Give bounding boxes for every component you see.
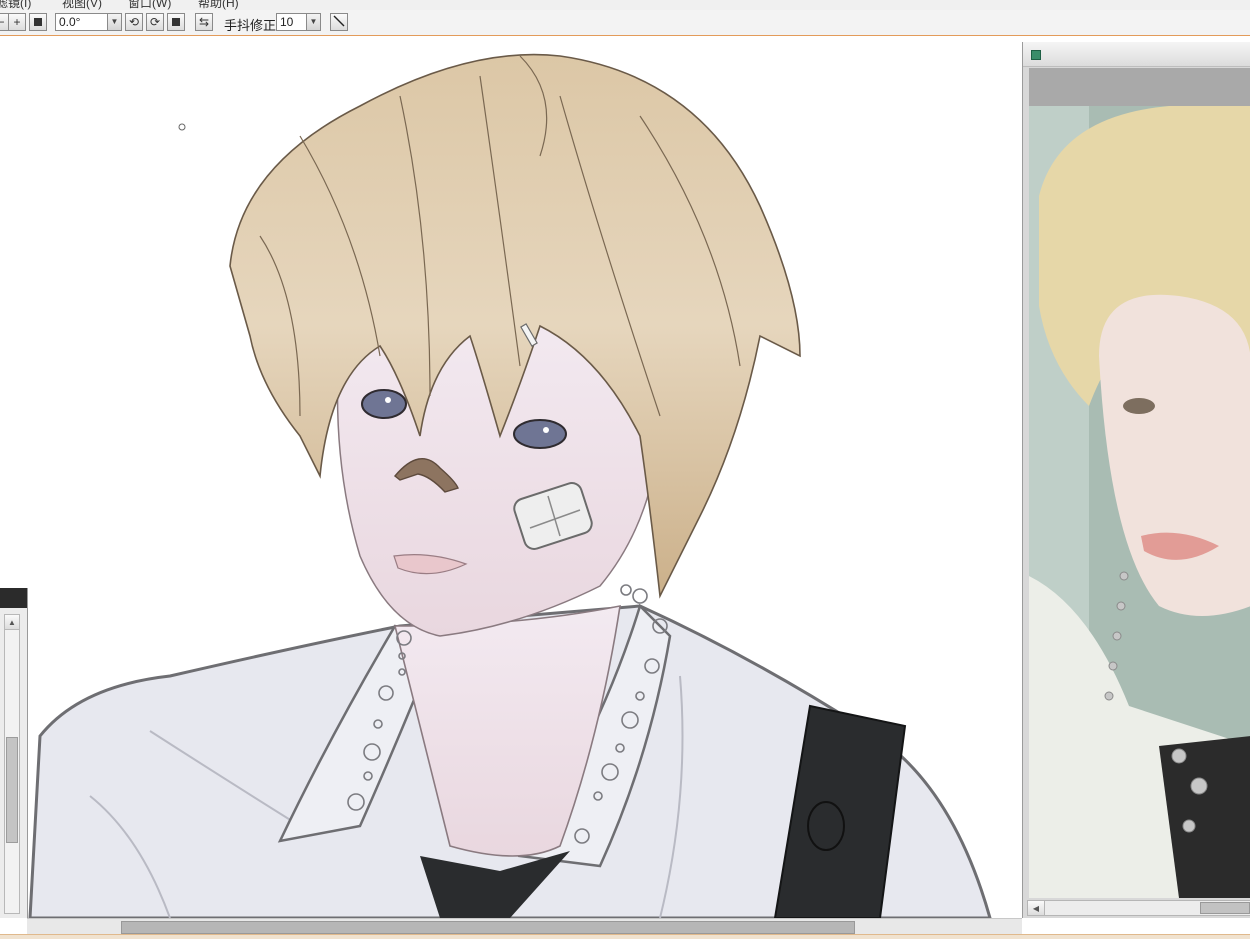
left-eye <box>361 389 407 419</box>
rotation-reset-button[interactable] <box>167 13 185 31</box>
reference-scroll-thumb[interactable] <box>1200 902 1250 914</box>
plus-icon: + <box>13 15 21 29</box>
scroll-thumb[interactable] <box>6 737 18 843</box>
chevron-down-icon: ▼ <box>107 14 121 30</box>
vertical-scrollbar[interactable]: ▲ <box>4 614 20 914</box>
illustration <box>28 53 992 918</box>
stabilizer-value: 10 <box>280 15 294 29</box>
line-tool-icon <box>333 15 345 29</box>
square-icon <box>34 18 42 26</box>
reference-photo <box>1029 106 1250 898</box>
scroll-up-icon[interactable]: ▲ <box>5 615 19 630</box>
right-eye <box>513 419 567 449</box>
reference-horizontal-scrollbar[interactable]: ◀ <box>1027 900 1250 916</box>
zoom-in-button[interactable]: + <box>8 13 26 31</box>
canvas-horizontal-scrollbar[interactable] <box>27 918 1022 935</box>
canvas-scroll-thumb[interactable] <box>121 921 855 934</box>
app-icon <box>1031 50 1041 60</box>
brush-cursor <box>178 123 186 131</box>
reference-toolbar <box>1029 68 1250 106</box>
status-edge <box>0 934 1250 939</box>
flip-horizontal-button[interactable]: ⇆ <box>195 13 213 31</box>
scroll-left-icon[interactable]: ◀ <box>1028 901 1045 915</box>
flip-horizontal-icon: ⇆ <box>198 15 210 29</box>
panel-header <box>0 588 27 608</box>
drawing-canvas[interactable] <box>0 36 1022 918</box>
rotate-right-button[interactable]: ⟳ <box>146 13 164 31</box>
reference-window-titlebar[interactable] <box>1023 42 1250 67</box>
minus-icon: − <box>0 15 5 29</box>
line-tool-button[interactable] <box>330 13 348 31</box>
stabilizer-select[interactable]: 10 ▼ <box>276 13 321 31</box>
reference-window: ◀ <box>1022 42 1250 918</box>
rotate-left-icon: ⟲ <box>128 15 140 29</box>
rotate-right-icon: ⟳ <box>149 15 161 29</box>
toolbar: − + 0.0° ▼ ⟲ ⟳ ⇆ 手抖修正 10 ▼ <box>0 10 1250 36</box>
layer-panel-fragment: ▲ <box>0 588 28 918</box>
chevron-down-icon: ▼ <box>306 14 320 30</box>
rotate-left-button[interactable]: ⟲ <box>125 13 143 31</box>
zoom-reset-button[interactable] <box>29 13 47 31</box>
rotation-angle-select[interactable]: 0.0° ▼ <box>55 13 122 31</box>
stabilizer-label: 手抖修正 <box>224 18 277 33</box>
reset-icon <box>172 18 180 26</box>
rotation-angle-value: 0.0° <box>59 15 81 29</box>
